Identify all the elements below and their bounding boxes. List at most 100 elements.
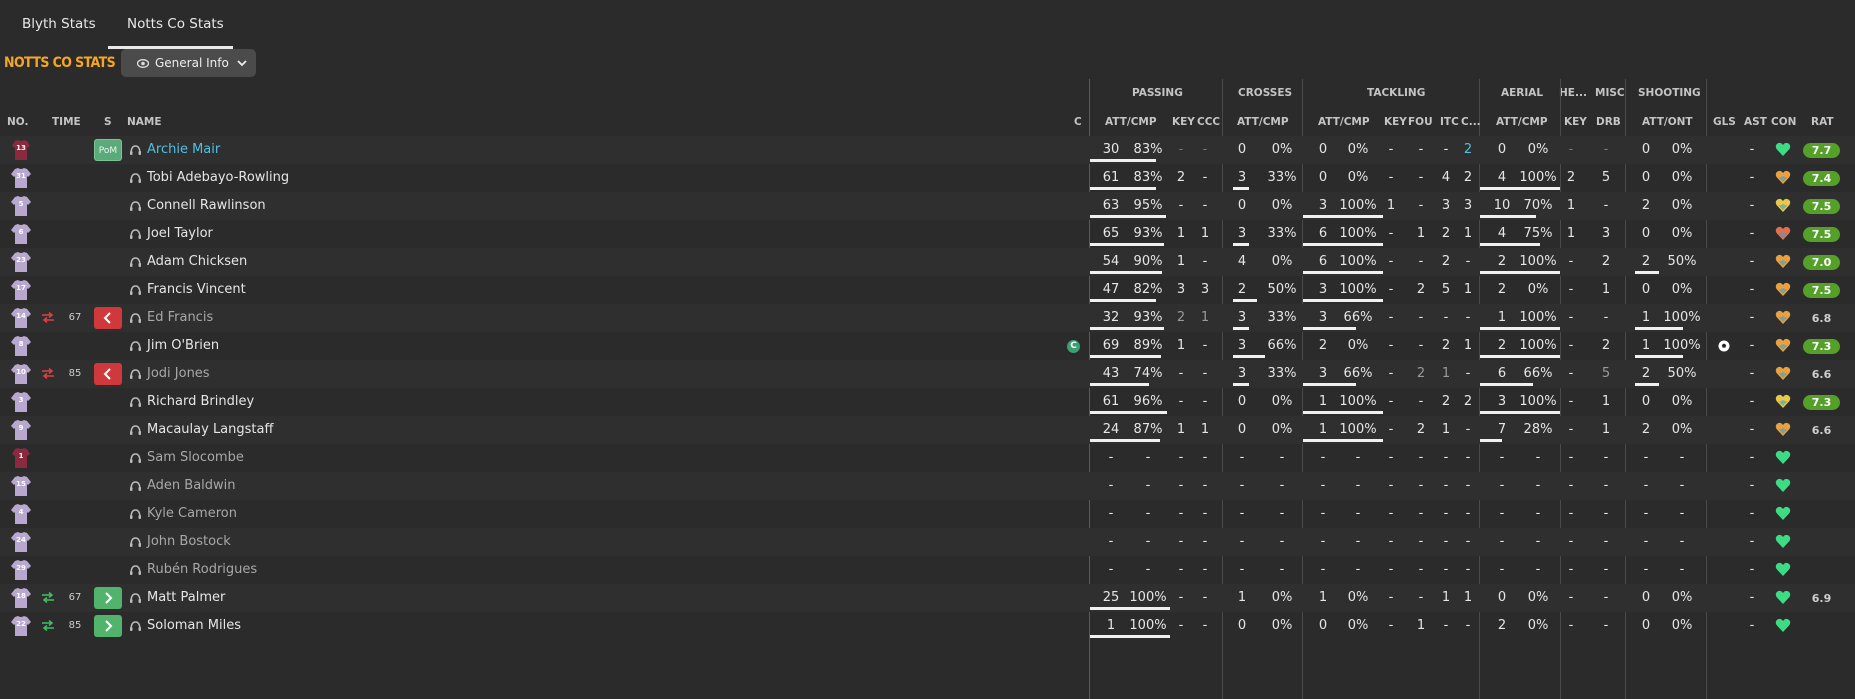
stat-tack-pct: 0%: [1347, 618, 1369, 633]
player-name[interactable]: Kyle Cameron: [147, 500, 237, 528]
shirt-number: 22: [16, 620, 26, 628]
player-name[interactable]: Macaulay Langstaff: [147, 416, 273, 444]
player-name[interactable]: Matt Palmer: [147, 584, 225, 612]
player-profile-icon[interactable]: [130, 592, 141, 604]
player-profile-icon[interactable]: [130, 480, 141, 492]
col-header-tack-itc[interactable]: ITC: [1440, 116, 1459, 128]
col-header-he-key[interactable]: KEY: [1564, 116, 1587, 128]
player-profile-icon[interactable]: [130, 200, 141, 212]
subbed-off-button[interactable]: [94, 363, 122, 385]
player-profile-icon[interactable]: [130, 564, 141, 576]
table-row[interactable]: 3 Richard Brindley 61 96% - -0 0% 1 100% - -2 2 3 100…: [0, 388, 1855, 416]
player-profile-icon[interactable]: [130, 452, 141, 464]
rating-badge: 6.9: [1811, 592, 1832, 605]
group-passing: PASSING: [1132, 87, 1183, 99]
col-header-con[interactable]: CON: [1771, 116, 1796, 128]
stat-aer-att: -: [1499, 450, 1505, 465]
player-name[interactable]: Richard Brindley: [147, 388, 254, 416]
player-profile-icon[interactable]: [130, 228, 141, 240]
col-header-misc-drb[interactable]: DRB: [1596, 116, 1621, 128]
col-header-pass-key[interactable]: KEY: [1172, 116, 1195, 128]
player-profile-icon[interactable]: [130, 424, 141, 436]
player-name[interactable]: Tobi Adebayo-Rowling: [147, 164, 289, 192]
table-row[interactable]: 10 85 Jodi Jones 43 74% - -3 33% 3 66% -2 1-6 66% -5 2…: [0, 360, 1855, 388]
col-header-aer-att-cmp[interactable]: ATT/CMP: [1496, 116, 1548, 128]
player-profile-icon[interactable]: [130, 144, 141, 156]
player-name[interactable]: Jodi Jones: [147, 360, 210, 388]
col-header-tack-c[interactable]: C...: [1461, 116, 1481, 128]
table-row[interactable]: 22 85 Soloman Miles 1 100% - -0 0% 0 0% -1- -2 0% - -0…: [0, 612, 1855, 640]
col-header-tack-att-cmp[interactable]: ATT/CMP: [1318, 116, 1370, 128]
player-profile-icon[interactable]: [130, 256, 141, 268]
table-row[interactable]: 13 PoM Archie Mair 30 83% - -0 0% 0 0% - - -2 0 0% - -0 0…: [0, 136, 1855, 164]
stat-ast: -: [1749, 590, 1755, 605]
player-profile-icon[interactable]: [130, 396, 141, 408]
player-profile-icon[interactable]: [130, 536, 141, 548]
stat-bar-af: [1480, 439, 1503, 442]
col-header-captain[interactable]: C: [1074, 116, 1082, 128]
tab-blyth-stats[interactable]: Blyth Stats: [22, 16, 96, 32]
player-name[interactable]: Sam Slocombe: [147, 444, 244, 472]
col-header-cross-att-cmp[interactable]: ATT/CMP: [1237, 116, 1289, 128]
subbed-on-button[interactable]: [94, 615, 122, 637]
table-row[interactable]: 23 Adam Chicksen 54 90% 1-4 0% 6 100% - -2-2 100% -…: [0, 248, 1855, 276]
col-header-name[interactable]: NAME: [127, 116, 162, 128]
table-row[interactable]: 15 Aden Baldwin - - - - - - - - - - - - - - - - - - -: [0, 472, 1855, 500]
player-name[interactable]: Francis Vincent: [147, 276, 246, 304]
player-name[interactable]: John Bostock: [147, 528, 231, 556]
view-selector-dropdown[interactable]: General Info: [121, 49, 256, 77]
col-header-status[interactable]: S: [104, 116, 112, 128]
col-header-no[interactable]: NO.: [7, 116, 28, 128]
player-kit-17: 18: [9, 586, 33, 610]
stat-shot-att: 2: [1641, 422, 1651, 437]
stat-shot-pct: -: [1679, 478, 1685, 493]
player-profile-icon[interactable]: [130, 312, 141, 324]
player-profile-icon[interactable]: [130, 172, 141, 184]
table-row[interactable]: 4 Kyle Cameron - - - - - - - - - - - - - - - - - - -: [0, 500, 1855, 528]
col-header-time[interactable]: TIME: [52, 116, 81, 128]
col-header-pass-ccc[interactable]: CCC: [1197, 116, 1220, 128]
tab-notts-co-stats[interactable]: Notts Co Stats: [127, 16, 224, 32]
stat-pass-key: -: [1178, 618, 1184, 633]
player-name[interactable]: Rubén Rodrigues: [147, 556, 257, 584]
player-name[interactable]: Connell Rawlinson: [147, 192, 266, 220]
table-row[interactable]: 5 Connell Rawlinson 63 95% - -0 0% 3 100% 1-3 3 10 7…: [0, 192, 1855, 220]
col-header-tack-fou[interactable]: FOU: [1408, 116, 1433, 128]
subbed-on-button[interactable]: [94, 587, 122, 609]
table-row[interactable]: 1 Sam Slocombe - - - - - - - - - - - - - - - - - - -: [0, 444, 1855, 472]
player-name[interactable]: Archie Mair: [147, 136, 220, 164]
player-profile-icon[interactable]: [130, 368, 141, 380]
condition-heart-icon: [1775, 142, 1791, 156]
table-row[interactable]: 31 Tobi Adebayo-Rowling 61 83% 2-3 33% 0 0% - -4 2…: [0, 164, 1855, 192]
player-profile-icon[interactable]: [130, 340, 141, 352]
player-name[interactable]: Adam Chicksen: [147, 248, 247, 276]
player-name[interactable]: Joel Taylor: [147, 220, 213, 248]
col-header-rat[interactable]: RAT: [1811, 116, 1834, 128]
player-name[interactable]: Soloman Miles: [147, 612, 241, 640]
col-header-pass-att-cmp[interactable]: ATT/CMP: [1105, 116, 1157, 128]
player-kit-3: 5: [9, 194, 33, 218]
table-row[interactable]: 17 Francis Vincent 47 82% 3 3 2 50% 3 100% -2 5 1 2 0%…: [0, 276, 1855, 304]
player-name[interactable]: Jim O'Brien: [147, 332, 219, 360]
table-row[interactable]: 9 Macaulay Langstaff 24 87% 1 1 0 0% 1 100% -2 1-7 2…: [0, 416, 1855, 444]
col-header-ast[interactable]: AST: [1744, 116, 1767, 128]
stat-aer-pct: 28%: [1523, 422, 1553, 437]
player-name[interactable]: Ed Francis: [147, 304, 213, 332]
col-header-gls[interactable]: GLS: [1713, 116, 1736, 128]
table-row[interactable]: 6 Joel Taylor 65 93% 1 1 3 33% 6 100% -1 2 1 4 75% 1 3 0 0…: [0, 220, 1855, 248]
stat-shot-pct: 0%: [1671, 170, 1693, 185]
player-profile-icon[interactable]: [130, 508, 141, 520]
player-profile-icon[interactable]: [130, 620, 141, 632]
table-row[interactable]: 29 Rubén Rodrigues - - - - - - - - - - - - - - - - - - -: [0, 556, 1855, 584]
col-header-shot-att-ont[interactable]: ATT/ONT: [1642, 116, 1693, 128]
col-header-tack-key[interactable]: KEY: [1384, 116, 1407, 128]
player-profile-icon[interactable]: [130, 284, 141, 296]
shirt-number: 31: [16, 172, 26, 180]
player-name[interactable]: Aden Baldwin: [147, 472, 236, 500]
subbed-off-button[interactable]: [94, 307, 122, 329]
table-row[interactable]: 8 Jim O'Brien C 69 89% 1-3 66% 2 0% - -2 1 2 100% -2 1 1…: [0, 332, 1855, 360]
table-row[interactable]: 14 67 Ed Francis 32 93% 2 1 3 33% 3 66% - - - -1 100% - -…: [0, 304, 1855, 332]
table-row[interactable]: 24 John Bostock - - - - - - - - - - - - - - - - - - -: [0, 528, 1855, 556]
stat-shot-pct: 0%: [1671, 590, 1693, 605]
table-row[interactable]: 18 67 Matt Palmer 25 100% - -1 0% 1 0% - -1 1 0 0% - -0 0…: [0, 584, 1855, 612]
